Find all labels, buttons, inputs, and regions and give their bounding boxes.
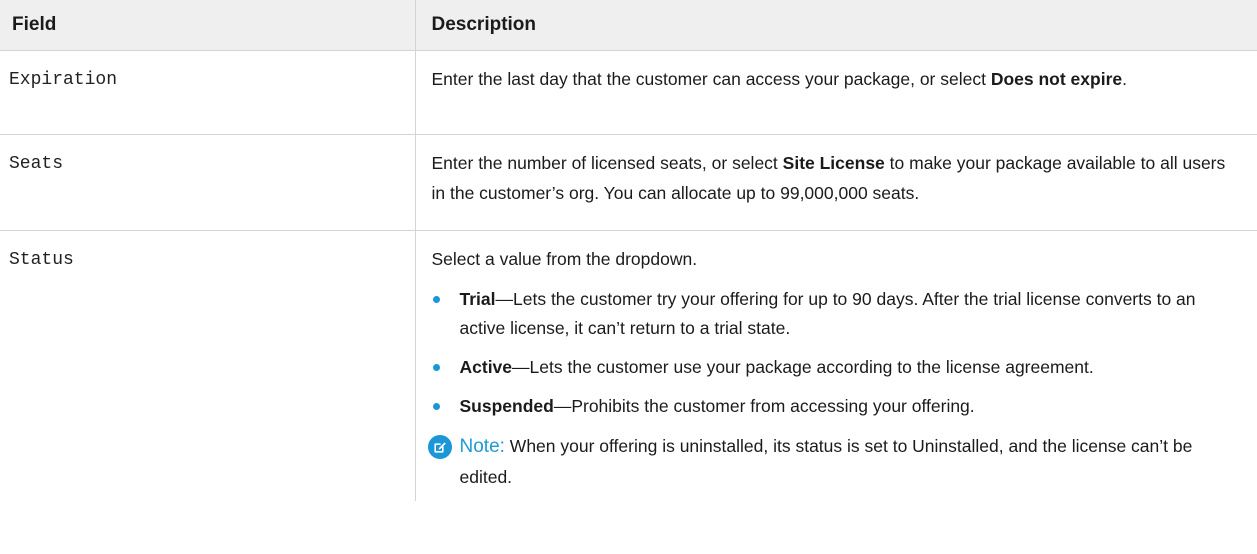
- status-term: Suspended: [459, 396, 554, 416]
- bullet-icon: [432, 364, 440, 371]
- description-text: Enter the number of licensed seats, or s…: [431, 153, 783, 173]
- field-description: Enter the number of licensed seats, or s…: [415, 134, 1257, 231]
- status-text: —Lets the customer try your offering for…: [459, 289, 1196, 338]
- ui-option-label: Site License: [782, 153, 885, 173]
- note-label: Note:: [459, 436, 505, 457]
- description-text: .: [1122, 69, 1127, 89]
- table-row: Expiration Enter the last day that the c…: [0, 50, 1257, 135]
- list-item: Suspended—Prohibits the customer from ac…: [432, 392, 1233, 421]
- ui-option-label: Does not expire: [990, 69, 1123, 89]
- header-description: Description: [415, 0, 1257, 51]
- header-field: Field: [0, 0, 416, 51]
- status-term: Trial: [459, 289, 496, 309]
- list-item: Active—Lets the customer use your packag…: [432, 353, 1233, 382]
- field-description: Enter the last day that the customer can…: [415, 50, 1257, 135]
- field-name: Expiration: [0, 50, 416, 135]
- table-row: Status Select a value from the dropdown.…: [0, 230, 1257, 501]
- note-callout: Note: When your offering is uninstalled,…: [427, 431, 1233, 492]
- note-edit-icon: [427, 435, 452, 459]
- field-name: Seats: [0, 134, 416, 231]
- bullet-icon: [432, 403, 440, 410]
- status-term: Active: [459, 357, 513, 377]
- header-row: Field Description: [0, 0, 1257, 51]
- field-description: Select a value from the dropdown. Trial—…: [415, 230, 1257, 501]
- bullet-icon: [432, 296, 440, 303]
- status-text: —Prohibits the customer from accessing y…: [553, 396, 975, 416]
- field-description-table: Field Description Expiration Enter the l…: [0, 0, 1257, 501]
- status-text: —Lets the customer use your package acco…: [512, 357, 1094, 377]
- note-text: When your offering is uninstalled, its s…: [459, 436, 1193, 487]
- description-text: Enter the last day that the customer can…: [431, 69, 991, 89]
- description-intro: Select a value from the dropdown.: [431, 249, 698, 269]
- field-name: Status: [0, 230, 416, 501]
- status-values-list: Trial—Lets the customer try your offerin…: [432, 285, 1233, 421]
- list-item: Trial—Lets the customer try your offerin…: [432, 285, 1233, 343]
- table-header: Field Description: [0, 0, 1257, 51]
- table-row: Seats Enter the number of licensed seats…: [0, 134, 1257, 231]
